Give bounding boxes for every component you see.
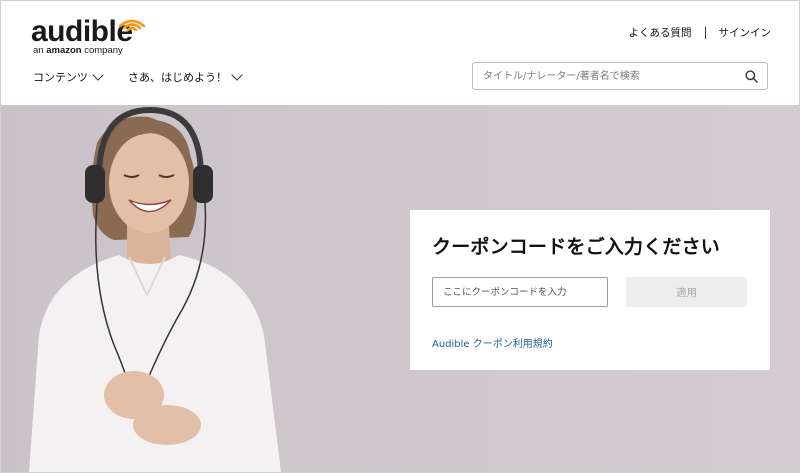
hero-banner: クーポンコードをご入力ください 適用 Audible クーポン利用規約 (1, 105, 799, 472)
coupon-terms-link[interactable]: Audible クーポン利用規約 (432, 335, 553, 350)
coupon-code-input[interactable] (432, 277, 608, 307)
utility-links: よくある質問 サインイン (629, 25, 772, 40)
main-nav: コンテンツ さあ、はじめよう！ (33, 69, 243, 85)
tagline-prefix: an (33, 45, 47, 56)
nav-item-contents[interactable]: コンテンツ (33, 69, 104, 85)
tagline-suffix: company (81, 45, 123, 56)
faq-link[interactable]: よくある質問 (629, 25, 692, 40)
logo-tagline: an amazon company (33, 45, 123, 56)
signin-link[interactable]: サインイン (719, 25, 772, 40)
divider (704, 26, 706, 39)
nav-item-label: さあ、はじめよう！ (128, 71, 227, 84)
nav-item-get-started[interactable]: さあ、はじめよう！ (128, 69, 243, 85)
site-header: audible an amazon company よくある質問 サインイン コ… (1, 1, 799, 105)
nav-item-label: コンテンツ (33, 71, 88, 84)
chevron-down-icon (92, 69, 104, 81)
hero-image (29, 106, 281, 472)
coupon-card: クーポンコードをご入力ください 適用 Audible クーポン利用規約 (410, 210, 770, 370)
chevron-down-icon (231, 69, 243, 81)
search-box (472, 62, 768, 90)
audible-logo[interactable]: audible an amazon company (31, 15, 151, 61)
search-input[interactable] (483, 63, 733, 89)
apply-button[interactable]: 適用 (626, 277, 747, 307)
search-icon[interactable] (745, 70, 758, 83)
tagline-amazon: amazon (46, 45, 82, 56)
page-frame: audible an amazon company よくある質問 サインイン コ… (0, 0, 800, 473)
coupon-title: クーポンコードをご入力ください (432, 236, 721, 258)
audible-signal-icon (118, 19, 146, 32)
